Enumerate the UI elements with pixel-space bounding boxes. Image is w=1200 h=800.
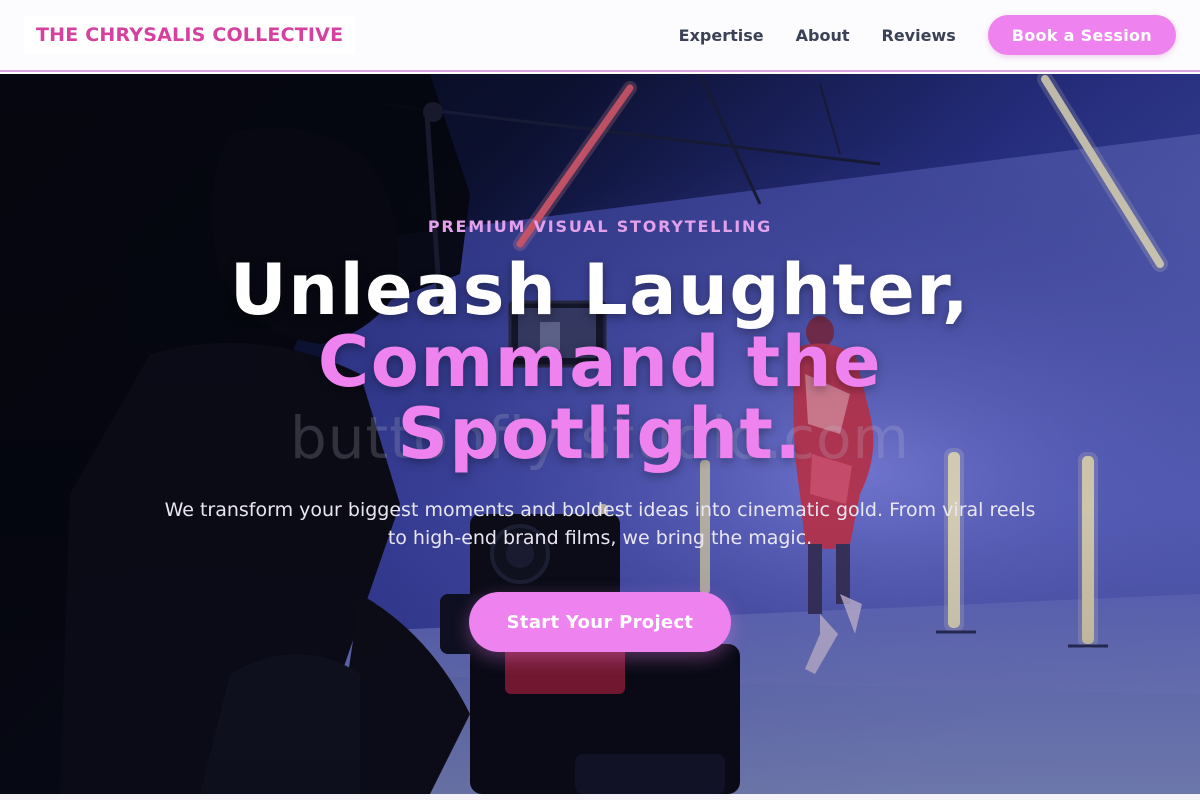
nav-link-expertise[interactable]: Expertise (679, 26, 764, 45)
hero-headline: Unleash Laughter, Command the Spotlight. (0, 254, 1200, 470)
nav-link-reviews[interactable]: Reviews (882, 26, 956, 45)
start-project-button[interactable]: Start Your Project (469, 592, 731, 652)
hero-content: PREMIUM VISUAL STORYTELLING buttonfly st… (0, 74, 1200, 794)
hero-subtitle: We transform your biggest moments and bo… (164, 499, 1036, 549)
headline-line-2: Command the (317, 321, 883, 403)
hero-section: PREMIUM VISUAL STORYTELLING buttonfly st… (0, 74, 1200, 794)
page-bottom-strip (0, 794, 1200, 800)
headline-line-3: Spotlight. (397, 393, 803, 475)
site-header: THE CHRYSALIS COLLECTIVE Expertise About… (0, 0, 1200, 72)
headline-line-1: Unleash Laughter, (229, 249, 971, 331)
main-nav: Expertise About Reviews Book a Session (679, 15, 1176, 55)
book-session-button[interactable]: Book a Session (987, 15, 1176, 55)
hero-eyebrow: PREMIUM VISUAL STORYTELLING (427, 217, 773, 236)
brand-logo[interactable]: THE CHRYSALIS COLLECTIVE (24, 16, 356, 54)
nav-link-about[interactable]: About (796, 26, 850, 45)
